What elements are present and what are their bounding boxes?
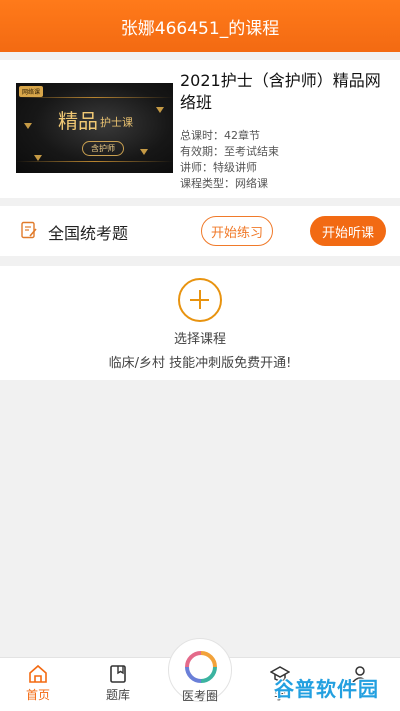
thumbnail-triangle (156, 107, 164, 113)
tab-home[interactable]: 首页 (8, 664, 68, 703)
thumbnail-triangle (34, 155, 42, 161)
course-type: 课程类型：网络课 (180, 177, 268, 190)
edit-note-icon (21, 221, 37, 239)
book-icon (110, 665, 126, 683)
home-icon (29, 664, 47, 683)
watermark: 谷普软件园 (274, 672, 379, 702)
thumbnail-sub-text: 护士课 (100, 116, 133, 129)
course-thumbnail[interactable]: 网络课 精品 护士课 含护师 (16, 83, 173, 173)
tab-home-label: 首页 (25, 688, 50, 702)
thumbnail-triangle (140, 149, 148, 155)
exam-label: 全国统考题 (48, 224, 129, 243)
start-practice-button[interactable]: 开始练习 (201, 216, 273, 246)
select-course-label[interactable]: 选择课程 (0, 328, 400, 347)
thumbnail-decoration (16, 161, 173, 162)
thumbnail-decoration (16, 97, 173, 98)
plus-circle-icon[interactable] (178, 278, 222, 322)
page-title: 张娜466451_的课程 (120, 18, 280, 39)
exam-bar: 全国统考题 开始练习 开始听课 (0, 206, 400, 256)
plus-vertical (198, 290, 201, 309)
thumbnail-tag: 网络课 (19, 86, 44, 97)
watermark-text: 谷普软件园 (274, 676, 379, 701)
start-listening-button[interactable]: 开始听课 (310, 216, 386, 246)
thumbnail-main-text: 精品 (58, 109, 98, 133)
course-total-hours: 总课时：42章节 (180, 129, 260, 142)
thumbnail-badge: 含护师 (82, 141, 124, 156)
select-course-subtitle: 临床/乡村 技能冲刺版免费开通! (108, 356, 292, 371)
tab-question-bank[interactable]: 题库 (88, 664, 148, 703)
tab-medical-circle-label: 医考圈 (181, 689, 218, 703)
select-course-panel[interactable]: 选择课程 临床/乡村 技能冲刺版免费开通! (0, 266, 400, 380)
tab-question-bank-label: 题库 (105, 688, 130, 702)
course-lecturer: 讲师：特级讲师 (180, 161, 257, 174)
course-title[interactable]: 2021护士（含护师）精品网络班 (180, 70, 390, 114)
thumbnail-triangle (24, 123, 32, 129)
app-header: 张娜466451_的课程 (0, 0, 400, 52)
course-validity: 有效期：至考试结束 (180, 145, 279, 158)
